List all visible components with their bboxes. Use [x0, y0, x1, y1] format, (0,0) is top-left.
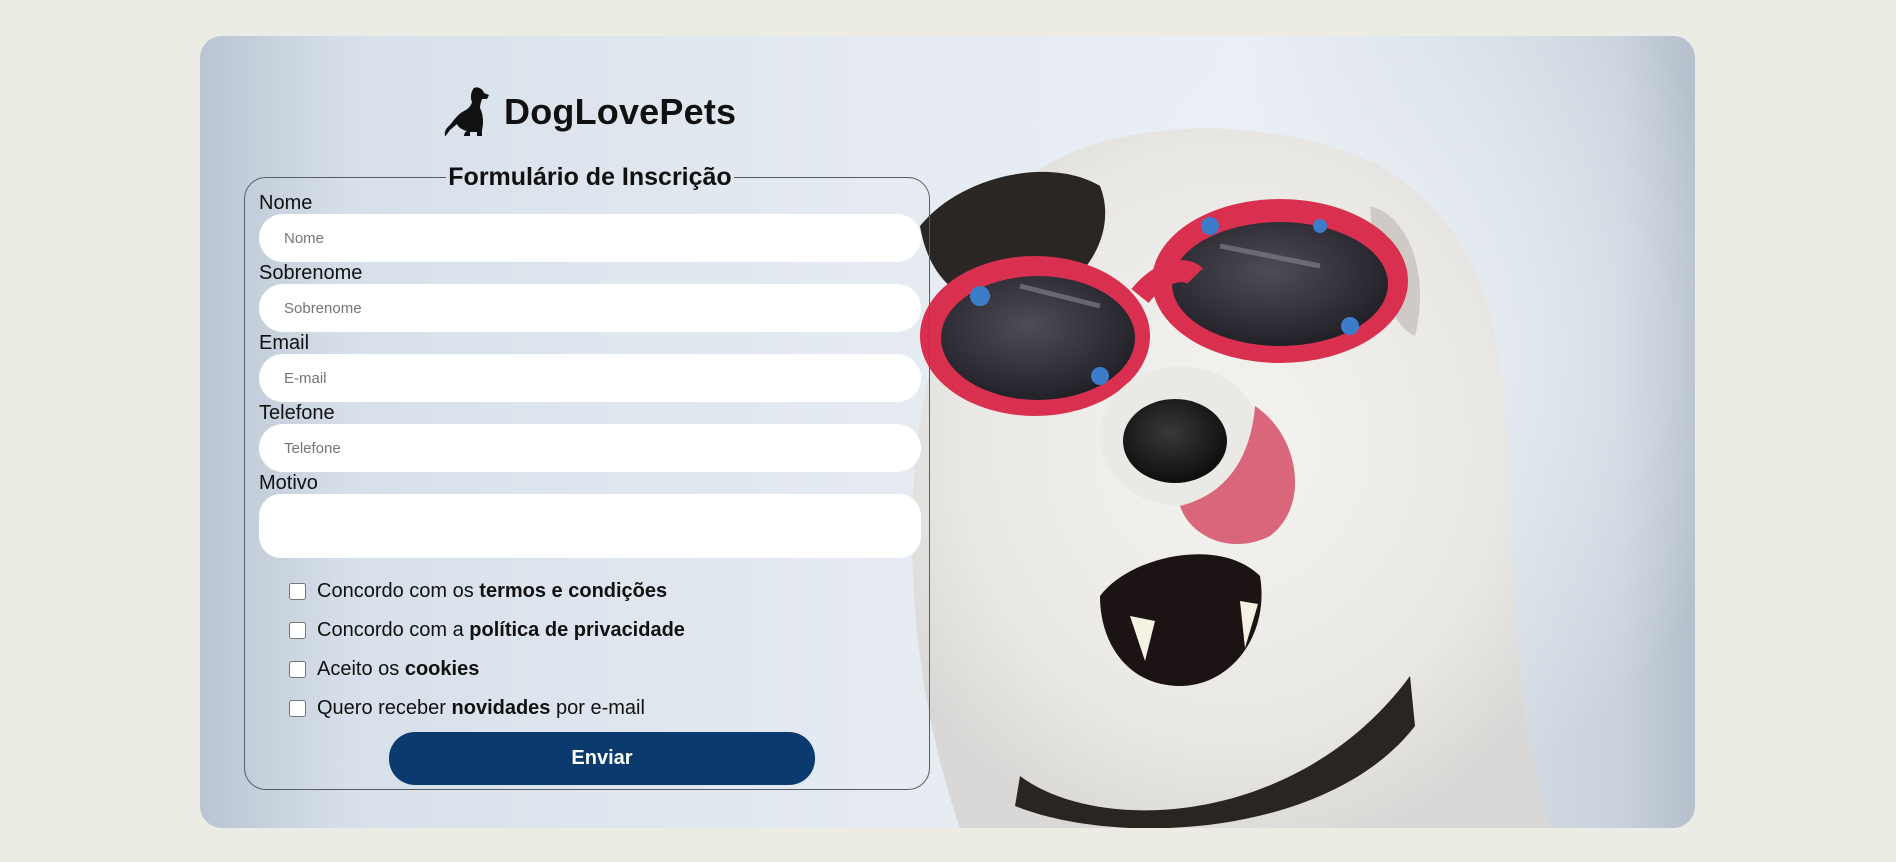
newsletter-checkbox[interactable] — [289, 700, 306, 717]
terms-label: Concordo com os termos e condições — [317, 580, 667, 603]
signup-card: DogLovePets Formulário de Inscrição Nome… — [200, 36, 1695, 828]
privacy-checkbox-row[interactable]: Concordo com a política de privacidade — [289, 611, 921, 650]
newsletter-label-prefix: Quero receber — [317, 697, 452, 719]
terms-checkbox[interactable] — [289, 583, 306, 600]
submit-button[interactable]: Enviar — [389, 732, 815, 785]
privacy-label-prefix: Concordo com a — [317, 619, 470, 641]
motivo-textarea[interactable] — [259, 494, 921, 558]
signup-form: Formulário de Inscrição Nome Sobrenome E… — [244, 162, 930, 790]
cookies-label: Aceito os cookies — [317, 658, 479, 681]
privacy-label-bold: política de privacidade — [469, 619, 685, 641]
cookies-label-bold: cookies — [404, 658, 480, 680]
form-title: Formulário de Inscrição — [448, 163, 732, 191]
motivo-label: Motivo — [259, 472, 318, 494]
nome-label: Nome — [259, 192, 313, 214]
field-group-motivo: Motivo — [259, 472, 921, 558]
sobrenome-label: Sobrenome — [259, 262, 363, 284]
terms-checkbox-row[interactable]: Concordo com os termos e condições — [289, 572, 921, 611]
email-label: Email — [259, 332, 310, 354]
terms-label-prefix: Concordo com os — [317, 580, 480, 602]
form-panel: DogLovePets Formulário de Inscrição Nome… — [244, 36, 930, 828]
nome-input[interactable] — [259, 214, 921, 262]
newsletter-label-suffix: por e-mail — [550, 697, 645, 719]
field-group-nome: Nome — [259, 192, 921, 262]
field-group-email: Email — [259, 332, 921, 402]
terms-label-bold: termos e condições — [479, 580, 668, 602]
newsletter-label: Quero receber novidades por e-mail — [317, 697, 645, 720]
cookies-checkbox[interactable] — [289, 661, 306, 678]
privacy-checkbox[interactable] — [289, 622, 306, 639]
telefone-input[interactable] — [259, 424, 921, 472]
sobrenome-input[interactable] — [259, 284, 921, 332]
newsletter-label-bold: novidades — [451, 697, 551, 719]
email-input[interactable] — [259, 354, 921, 402]
cookies-label-prefix: Aceito os — [317, 658, 405, 680]
newsletter-checkbox-row[interactable]: Quero receber novidades por e-mail — [289, 689, 921, 728]
field-group-sobrenome: Sobrenome — [259, 262, 921, 332]
field-group-telefone: Telefone — [259, 402, 921, 472]
dog-sitting-icon — [444, 87, 489, 136]
brand: DogLovePets — [444, 86, 736, 138]
cookies-checkbox-row[interactable]: Aceito os cookies — [289, 650, 921, 689]
brand-name: DogLovePets — [504, 91, 737, 132]
privacy-label: Concordo com a política de privacidade — [317, 619, 685, 642]
telefone-label: Telefone — [259, 402, 335, 424]
consent-checkboxes: Concordo com os termos e condições Conco… — [259, 572, 921, 728]
